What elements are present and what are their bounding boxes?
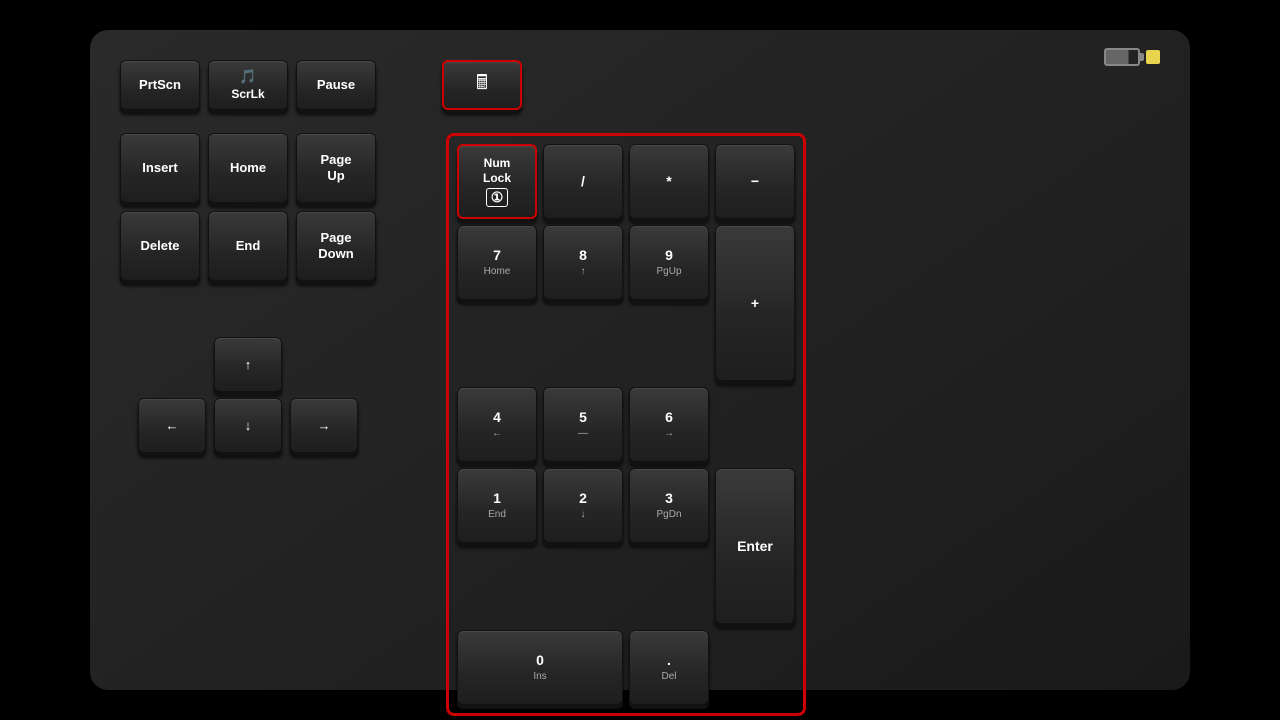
key-num9[interactable]: 9 PgUp: [629, 225, 709, 300]
scrlk-label: ScrLk: [231, 87, 264, 101]
key-num6[interactable]: 6 →: [629, 387, 709, 462]
status-bar: [1104, 48, 1160, 66]
num8-label: 8: [579, 247, 587, 264]
num5-sub: —: [578, 428, 588, 440]
enter-spacer: [715, 630, 795, 705]
num4-label: 4: [493, 409, 501, 426]
arrow-cluster: ↑ ← ↓ →: [120, 337, 376, 453]
arrow-left-icon: ←: [166, 418, 179, 434]
key-num1[interactable]: 1 End: [457, 468, 537, 543]
num6-label: 6: [665, 409, 673, 426]
led-indicator: [1146, 50, 1160, 64]
num6-sub: →: [664, 428, 674, 440]
keyboard-body: Insert Home Page Up Delete End: [120, 133, 1160, 716]
pageup-line1: Page: [320, 152, 351, 168]
key-num8[interactable]: 8 ↑: [543, 225, 623, 300]
pagedown-line2: Down: [318, 246, 353, 262]
scrlk-icon: 🎵: [239, 68, 256, 85]
plus-spacer: [715, 387, 795, 462]
pagedown-line1: Page: [320, 230, 351, 246]
battery-icon: [1104, 48, 1140, 66]
key-numdot[interactable]: . Del: [629, 630, 709, 705]
numpad-row-0: Num Lock ① / * −: [457, 144, 795, 219]
home-label: Home: [230, 160, 266, 176]
key-num4[interactable]: 4 ←: [457, 387, 537, 462]
key-num2[interactable]: 2 ↓: [543, 468, 623, 543]
num2-label: 2: [579, 490, 587, 507]
key-numdiv[interactable]: /: [543, 144, 623, 219]
nav-row-2: Delete End Page Down: [120, 211, 376, 281]
key-end[interactable]: End: [208, 211, 288, 281]
key-arrow-down[interactable]: ↓: [214, 398, 282, 453]
num0-sub: Ins: [533, 671, 546, 683]
key-pageup[interactable]: Page Up: [296, 133, 376, 203]
num4-sub: ←: [492, 428, 502, 440]
numlock-line1: Num: [484, 156, 511, 170]
arrow-right-icon: →: [318, 418, 331, 434]
arrow-spacer: [120, 289, 376, 319]
num5-label: 5: [579, 409, 587, 426]
numpad-row-1: 7 Home 8 ↑ 9 PgUp +: [457, 225, 795, 381]
num8-sub: ↑: [581, 266, 586, 278]
key-num0[interactable]: 0 Ins: [457, 630, 623, 705]
arrow-row-main: ← ↓ →: [120, 398, 376, 453]
key-delete[interactable]: Delete: [120, 211, 200, 281]
num2-sub: ↓: [581, 509, 586, 521]
num3-label: 3: [665, 490, 673, 507]
arrow-down-icon: ↓: [245, 418, 252, 434]
key-pagedown[interactable]: Page Down: [296, 211, 376, 281]
numdot-sub: Del: [661, 671, 676, 683]
numdot-label: .: [667, 652, 671, 669]
num7-sub: Home: [484, 266, 511, 278]
calc-icon: 🖩: [476, 68, 488, 102]
pause-label: Pause: [317, 77, 355, 93]
nav-row-1: Insert Home Page Up: [120, 133, 376, 203]
num9-label: 9: [665, 247, 673, 264]
key-arrow-right[interactable]: →: [290, 398, 358, 453]
key-numenter[interactable]: Enter: [715, 468, 795, 624]
key-numlock[interactable]: Num Lock ①: [457, 144, 537, 219]
numpad-row-4: 0 Ins . Del: [457, 630, 795, 705]
delete-label: Delete: [140, 238, 179, 254]
num7-label: 7: [493, 247, 501, 264]
key-numsub[interactable]: −: [715, 144, 795, 219]
numpad: Num Lock ① / * − 7 Home: [446, 133, 806, 716]
key-arrow-up[interactable]: ↑: [214, 337, 282, 392]
key-calculator[interactable]: 🖩: [442, 60, 522, 110]
top-row: PrtScn 🎵 ScrLk Pause 🖩: [120, 60, 1160, 110]
key-numadd[interactable]: +: [715, 225, 795, 381]
arrow-row-up: ↑: [120, 337, 376, 392]
numlock-indicator: ①: [486, 188, 509, 207]
insert-label: Insert: [142, 160, 177, 176]
end-label: End: [236, 238, 261, 254]
key-prtscn[interactable]: PrtScn: [120, 60, 200, 110]
numpad-row-2: 4 ← 5 — 6 →: [457, 387, 795, 462]
numenter-label: Enter: [737, 538, 773, 555]
num0-label: 0: [536, 652, 544, 669]
numadd-label: +: [751, 295, 759, 312]
key-pause[interactable]: Pause: [296, 60, 376, 110]
nummul-label: *: [666, 173, 671, 190]
num3-sub: PgDn: [656, 509, 681, 521]
numsub-label: −: [751, 173, 759, 190]
key-num5[interactable]: 5 —: [543, 387, 623, 462]
numpad-row-3: 1 End 2 ↓ 3 PgDn Enter: [457, 468, 795, 624]
key-nummul[interactable]: *: [629, 144, 709, 219]
keyboard: PrtScn 🎵 ScrLk Pause 🖩 Insert: [90, 30, 1190, 690]
key-home[interactable]: Home: [208, 133, 288, 203]
num9-sub: PgUp: [656, 266, 681, 278]
numdiv-label: /: [581, 173, 585, 190]
num1-sub: End: [488, 509, 506, 521]
key-num7[interactable]: 7 Home: [457, 225, 537, 300]
key-num3[interactable]: 3 PgDn: [629, 468, 709, 543]
arrow-up-icon: ↑: [245, 357, 252, 373]
numlock-line2: Lock: [483, 171, 511, 185]
num1-label: 1: [493, 490, 501, 507]
key-insert[interactable]: Insert: [120, 133, 200, 203]
key-scrlk[interactable]: 🎵 ScrLk: [208, 60, 288, 110]
prtscn-label: PrtScn: [139, 77, 181, 93]
pageup-line2: Up: [327, 168, 344, 184]
key-arrow-left[interactable]: ←: [138, 398, 206, 453]
nav-cluster: Insert Home Page Up Delete End: [120, 133, 376, 453]
